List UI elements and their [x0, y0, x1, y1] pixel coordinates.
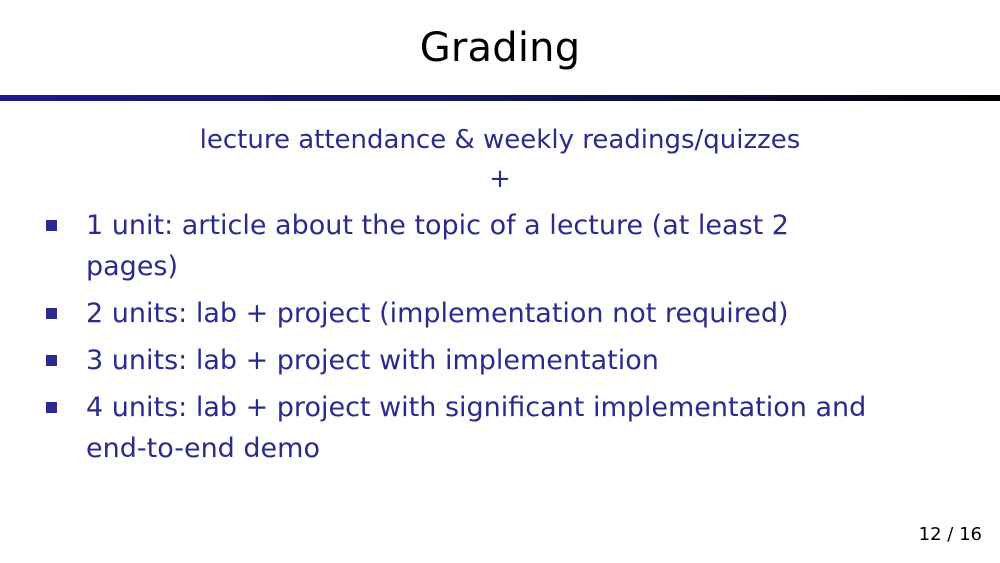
square-bullet-icon: [46, 355, 57, 366]
page-number: 12 / 16: [918, 524, 982, 545]
bullet-text: 1 unit: article about the topic of a lec…: [86, 210, 789, 282]
title-divider: [0, 95, 1000, 101]
slide-title: Grading: [419, 25, 581, 71]
bullet-item: 4 units: lab + project with significant …: [0, 387, 1000, 469]
bullet-text: 2 units: lab + project (implementation n…: [86, 298, 789, 329]
square-bullet-icon: [46, 308, 57, 319]
square-bullet-icon: [46, 220, 57, 231]
bullet-text: 3 units: lab + project with implementati…: [86, 345, 659, 376]
bullet-item: 2 units: lab + project (implementation n…: [0, 293, 1000, 334]
bullet-list: 1 unit: article about the topic of a lec…: [0, 205, 1000, 475]
bullet-item: 3 units: lab + project with implementati…: [0, 340, 1000, 381]
subtitle-line: lecture attendance & weekly readings/qui…: [199, 125, 801, 155]
plus-sign: +: [489, 164, 511, 194]
square-bullet-icon: [46, 402, 57, 413]
bullet-item: 1 unit: article about the topic of a lec…: [0, 205, 1000, 287]
bullet-text: 4 units: lab + project with significant …: [86, 392, 867, 464]
